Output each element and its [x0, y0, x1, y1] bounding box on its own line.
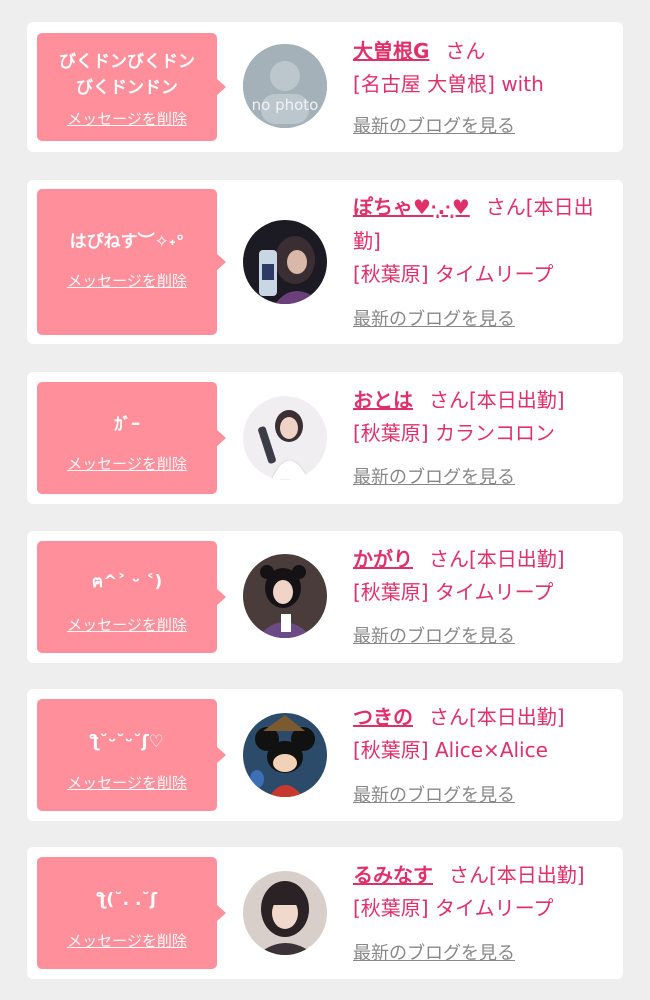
delete-message-link[interactable]: メッセージを削除 — [37, 615, 217, 635]
avatar[interactable] — [243, 871, 327, 955]
avatar[interactable] — [243, 396, 327, 480]
delete-message-link[interactable]: メッセージを削除 — [37, 773, 217, 793]
list-item: ƪ˘ᵕ˘ᵕ˘ʃ♡ メッセージを削除 つきの さん[本日出勤] [秋葉原] Alic… — [27, 689, 623, 821]
delete-message-link[interactable]: メッセージを削除 — [37, 454, 217, 474]
honorific: さん — [449, 863, 489, 887]
girl-name-link[interactable]: かがり — [353, 547, 413, 571]
girl-info: おとは さん[本日出勤] [秋葉原] カランコロン — [353, 383, 613, 449]
shop-line: [秋葉原] タイムリープ — [353, 580, 554, 604]
shop-line: [秋葉原] タイムリープ — [353, 262, 554, 286]
latest-blog-link[interactable]: 最新のブログを見る — [353, 625, 515, 649]
girl-info: かがり さん[本日出勤] [秋葉原] タイムリープ — [353, 542, 613, 608]
message-bubble: ƪ˘ᵕ˘ᵕ˘ʃ♡ メッセージを削除 — [37, 699, 226, 811]
latest-blog-link[interactable]: 最新のブログを見る — [353, 115, 515, 139]
avatar[interactable] — [243, 554, 327, 638]
list-item: はぴねす︶✧˖° メッセージを削除 ぽちゃ♥︎·̩͙.·̩͙♥︎ さん[本日出勤]… — [27, 180, 623, 344]
delete-message-link[interactable]: メッセージを削除 — [37, 931, 217, 951]
shop-line: [秋葉原] タイムリープ — [353, 896, 554, 920]
message-text: はぴねす︶✧˖° — [69, 232, 185, 252]
girl-info: るみなす さん[本日出勤] [秋葉原] タイムリープ — [353, 858, 613, 924]
latest-blog-link[interactable]: 最新のブログを見る — [353, 784, 515, 808]
message-text: ฅ^˃ ᵕ ˂) — [91, 572, 163, 592]
latest-blog-link[interactable]: 最新のブログを見る — [353, 466, 515, 490]
message-text: ƪ˘ᵕ˘ᵕ˘ʃ♡ — [90, 732, 164, 752]
honorific: さん — [429, 388, 469, 412]
delete-message-link[interactable]: メッセージを削除 — [37, 271, 217, 291]
honorific: さん — [429, 705, 469, 729]
honorific: さん — [429, 547, 469, 571]
message-bubble: ｶﾞｰ メッセージを削除 — [37, 382, 226, 494]
list-item: びくドンびくドン びくドンドン メッセージを削除 no photo 大曽根G さん… — [27, 22, 623, 152]
girl-name-link[interactable]: ぽちゃ♥︎·̩͙.·̩͙♥︎ — [353, 195, 470, 219]
shop-line: [秋葉原] カランコロン — [353, 421, 555, 445]
girl-name-link[interactable]: るみなす — [353, 863, 433, 887]
list-item: ฅ^˃ ᵕ ˂) メッセージを削除 かがり さん[本日出勤] [秋葉原] タイムリ… — [27, 531, 623, 663]
girl-name-link[interactable]: つきの — [353, 705, 413, 729]
girl-info: つきの さん[本日出勤] [秋葉原] Alice×Alice — [353, 700, 613, 766]
status-text: [本日出勤] — [469, 705, 565, 729]
status-text: [本日出勤] — [489, 863, 585, 887]
message-text: ƪ(˘. .˘ʃ — [96, 890, 158, 910]
latest-blog-link[interactable]: 最新のブログを見る — [353, 308, 515, 332]
avatar[interactable] — [243, 713, 327, 797]
message-text: びくドンびくドン びくドンドン — [59, 52, 195, 98]
status-text: [本日出勤] — [469, 547, 565, 571]
no-photo-label: no photo — [252, 96, 319, 114]
shop-line: [名古屋 大曽根] with — [353, 72, 544, 96]
girl-info: ぽちゃ♥︎·̩͙.·̩͙♥︎ さん[本日出勤] [秋葉原] タイムリープ — [353, 190, 613, 290]
honorific: さん — [445, 39, 486, 63]
girl-name-link[interactable]: おとは — [353, 388, 413, 412]
girl-name-link[interactable]: 大曽根G — [353, 39, 429, 63]
honorific: さん — [485, 195, 526, 219]
shop-line: [秋葉原] Alice×Alice — [353, 738, 548, 762]
message-bubble: ƪ(˘. .˘ʃ メッセージを削除 — [37, 857, 226, 969]
avatar[interactable]: no photo — [243, 44, 327, 128]
message-text: ｶﾞｰ — [114, 415, 140, 435]
message-bubble: はぴねす︶✧˖° メッセージを削除 — [37, 189, 226, 335]
blog-message-list: びくドンびくドン びくドンドン メッセージを削除 no photo 大曽根G さん… — [0, 0, 650, 1000]
message-bubble: びくドンびくドン びくドンドン メッセージを削除 — [37, 33, 226, 141]
latest-blog-link[interactable]: 最新のブログを見る — [353, 942, 515, 966]
list-item: ｶﾞｰ メッセージを削除 おとは さん[本日出勤] [秋葉原] カランコロン 最新… — [27, 372, 623, 504]
message-bubble: ฅ^˃ ᵕ ˂) メッセージを削除 — [37, 541, 226, 653]
status-text: [本日出勤] — [469, 388, 565, 412]
avatar[interactable] — [243, 220, 327, 304]
list-item: ƪ(˘. .˘ʃ メッセージを削除 るみなす さん[本日出勤] [秋葉原] タイム… — [27, 847, 623, 979]
girl-info: 大曽根G さん [名古屋 大曽根] with — [353, 34, 613, 100]
delete-message-link[interactable]: メッセージを削除 — [37, 109, 217, 129]
